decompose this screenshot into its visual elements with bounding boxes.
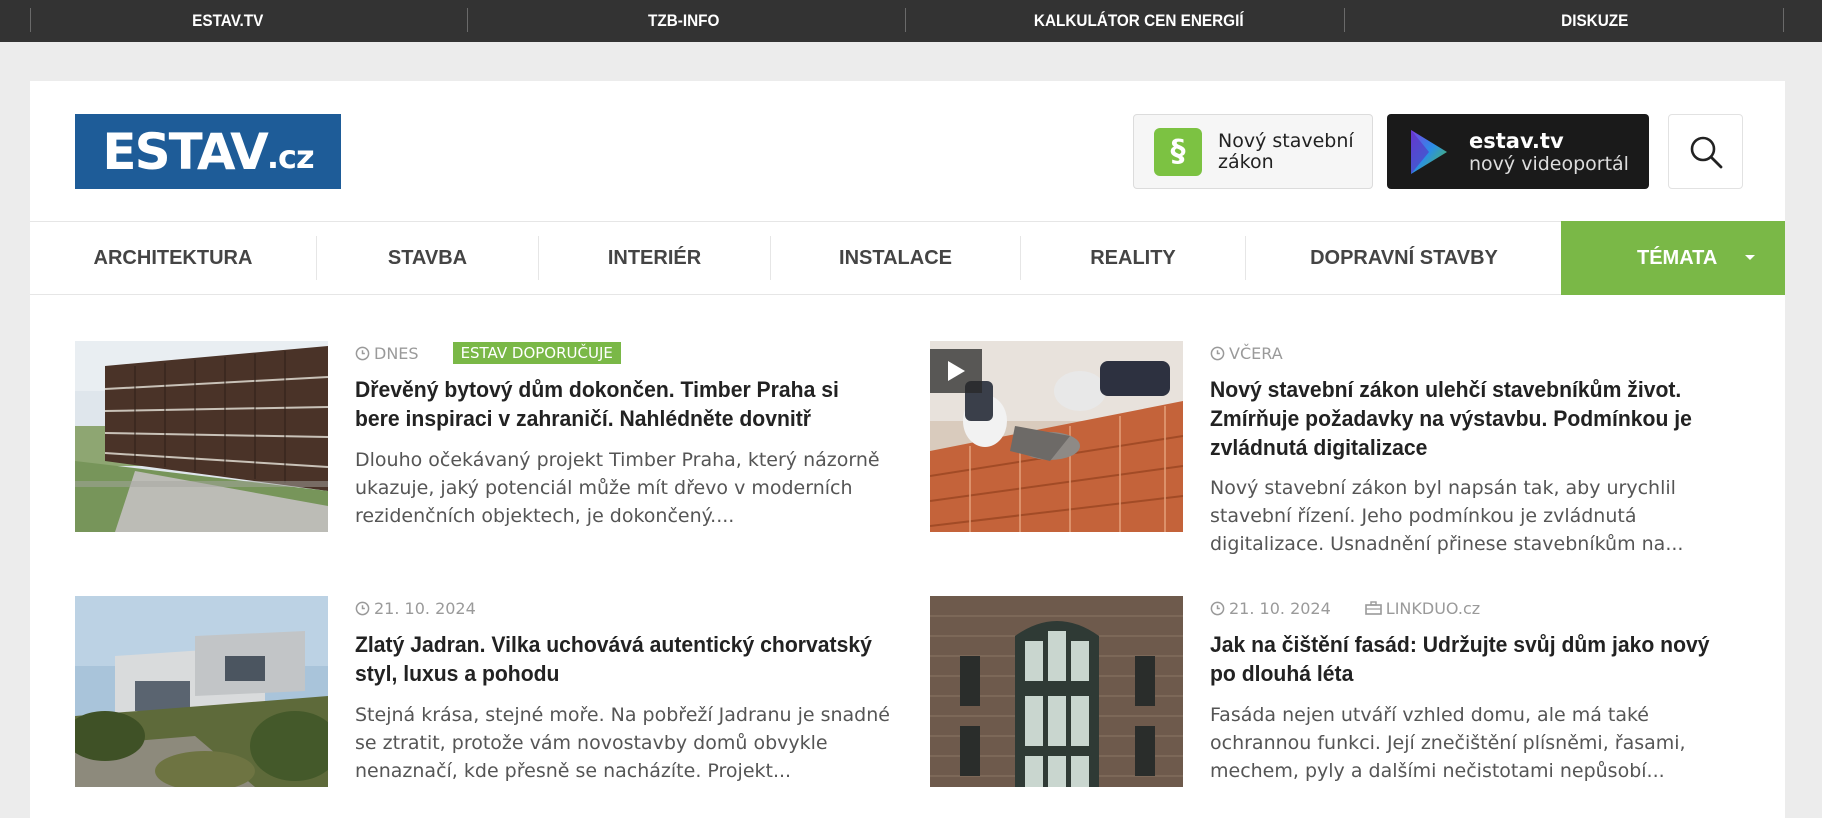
main-nav: ARCHITEKTURA STAVBA INTERIÉR INSTALACE R…: [30, 221, 1785, 295]
article-date: VČERA: [1229, 343, 1283, 363]
top-bar-divider: [467, 8, 468, 32]
estav-tv-promo-text: estav.tv nový videoportál: [1469, 129, 1629, 175]
themes-label: TÉMATA: [1637, 246, 1718, 269]
clock-icon: [355, 601, 370, 615]
briefcase-icon: [1364, 601, 1382, 615]
article-meta: 21. 10. 2024 LINKDUO.cz: [1210, 596, 1480, 620]
top-bar-divider: [1344, 8, 1345, 32]
clock-icon: [1210, 601, 1225, 615]
top-bar-divider: [905, 8, 906, 32]
main-content: ESTAV .cz § Nový stavební zákon estav.tv…: [30, 81, 1785, 818]
building-law-promo-text: Nový stavební zákon: [1218, 129, 1354, 173]
search-icon: [1690, 136, 1722, 168]
building-law-promo[interactable]: § Nový stavební zákon: [1133, 114, 1373, 189]
play-icon: [948, 361, 965, 381]
video-play-button[interactable]: [930, 349, 982, 393]
article-excerpt: Fasáda nejen utváří vzhled domu, ale má …: [1210, 704, 1686, 782]
estav-tv-promo-title: estav.tv: [1469, 128, 1564, 153]
article-thumbnail[interactable]: [930, 596, 1183, 787]
search-button[interactable]: [1668, 114, 1743, 189]
clock-icon: [355, 346, 370, 360]
article-meta: VČERA: [1210, 341, 1283, 365]
building-law-promo-line1: Nový stavební: [1218, 129, 1354, 152]
article-card: VČERA Nový stavební zákon ulehčí stavebn…: [930, 341, 1770, 555]
article-card: 21. 10. 2024 LINKDUO.cz Jak na čištění f…: [930, 596, 1770, 791]
article-meta: 21. 10. 2024: [355, 596, 476, 620]
article-card: DNES ESTAV DOPORUČUJE Dřevěný bytový dům…: [75, 341, 915, 536]
top-bar: ESTAV.TV TZB-INFO KALKULÁTOR CEN ENERGIÍ…: [0, 0, 1822, 42]
top-bar-divider: [1783, 8, 1784, 32]
chevron-down-icon: [1745, 255, 1755, 260]
nav-item-installations[interactable]: INSTALACE: [771, 222, 1020, 294]
article-title[interactable]: Zlatý Jadran. Vilka uchovává autentický …: [355, 630, 881, 688]
paragraph-icon: §: [1154, 127, 1202, 176]
top-link-discussion[interactable]: DISKUZE: [1389, 0, 1799, 42]
article-excerpt: Stejná krása, stejné moře. Na pobřeží Ja…: [355, 704, 890, 782]
article-source[interactable]: LINKDUO.cz: [1364, 598, 1481, 618]
article-meta: DNES ESTAV DOPORUČUJE: [355, 341, 621, 365]
nav-item-architecture[interactable]: ARCHITEKTURA: [30, 222, 316, 294]
estav-tv-promo-subtitle: nový videoportál: [1469, 152, 1629, 175]
logo-text: ESTAV: [102, 122, 268, 181]
logo-suffix: .cz: [266, 137, 315, 176]
article-date: 21. 10. 2024: [374, 598, 476, 618]
estav-tv-play-icon: [1411, 129, 1447, 174]
article-thumbnail[interactable]: [75, 596, 328, 787]
villa-image: [75, 596, 328, 787]
site-logo[interactable]: ESTAV .cz: [75, 114, 341, 189]
clock-icon: [1210, 346, 1225, 360]
nav-item-transport-construction[interactable]: DOPRAVNÍ STAVBY: [1246, 222, 1562, 294]
article-excerpt: Nový stavební zákon byl napsán tak, aby …: [1210, 477, 1684, 555]
nav-item-real-estate[interactable]: REALITY: [1021, 222, 1245, 294]
nav-item-interior[interactable]: INTERIÉR: [539, 222, 770, 294]
estav-tv-promo[interactable]: estav.tv nový videoportál: [1387, 114, 1649, 189]
article-thumbnail[interactable]: [75, 341, 328, 532]
article-title[interactable]: Dřevěný bytový dům dokončen. Timber Prah…: [355, 375, 881, 433]
timber-building-image: [75, 341, 328, 532]
article-source-name: LINKDUO.cz: [1385, 598, 1481, 618]
top-link-energy-calculator[interactable]: KALKULÁTOR CEN ENERGIÍ: [934, 0, 1344, 42]
themes-dropdown[interactable]: TÉMATA: [1561, 221, 1785, 295]
article-card: 21. 10. 2024 Zlatý Jadran. Vilka uchováv…: [75, 596, 915, 791]
nav-item-construction[interactable]: STAVBA: [317, 222, 538, 294]
recommended-badge[interactable]: ESTAV DOPORUČUJE: [452, 342, 621, 364]
top-link-estav-tv[interactable]: ESTAV.TV: [23, 0, 433, 42]
article-title[interactable]: Nový stavební zákon ulehčí stavebníkům ž…: [1210, 375, 1736, 462]
top-link-tzb-info[interactable]: TZB-INFO: [478, 0, 888, 42]
article-date: DNES: [374, 343, 419, 363]
article-excerpt: Dlouho očekávaný projekt Timber Praha, k…: [355, 449, 880, 527]
building-law-promo-line2: zákon: [1218, 150, 1274, 173]
article-date: 21. 10. 2024: [1229, 598, 1331, 618]
article-title[interactable]: Jak na čištění fasád: Udržujte svůj dům …: [1210, 630, 1736, 688]
facade-image: [930, 596, 1183, 787]
article-thumbnail[interactable]: [930, 341, 1183, 532]
